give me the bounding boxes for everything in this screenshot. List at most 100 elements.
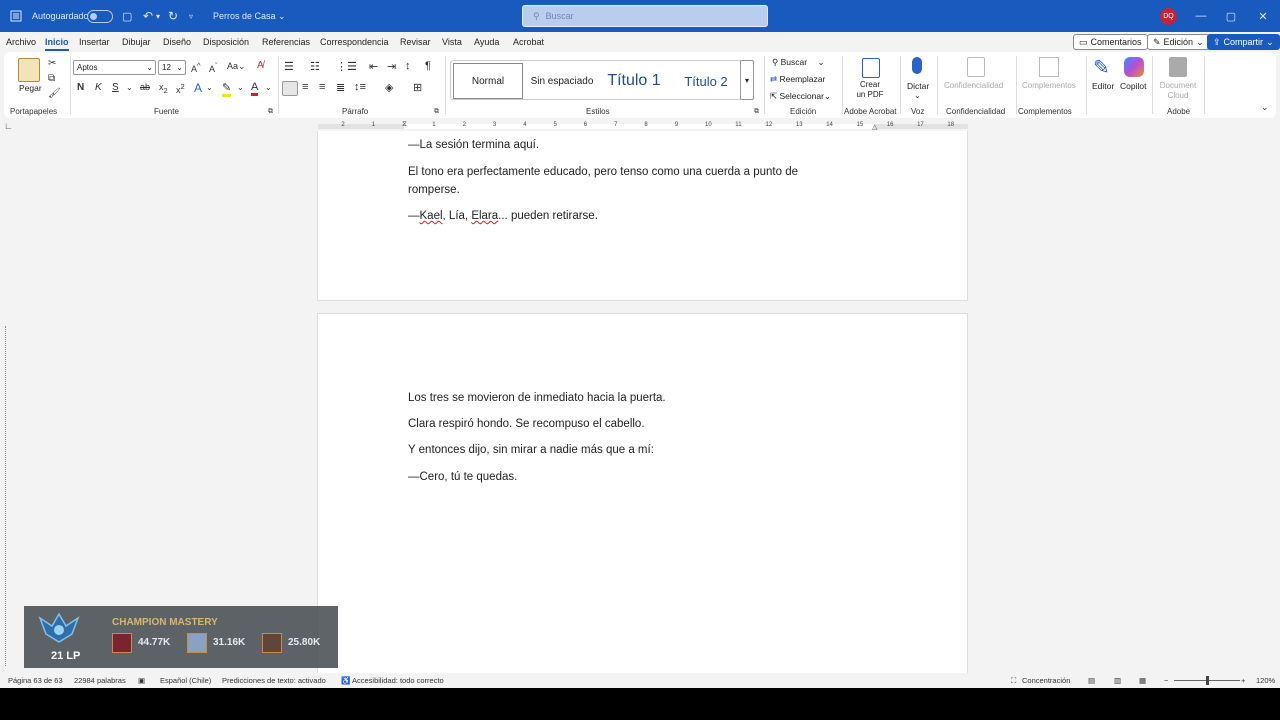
copy-icon[interactable]: ⧉ [48, 73, 55, 84]
autosave-toggle[interactable] [87, 0, 113, 32]
style-heading-2[interactable]: Título 2 [671, 63, 741, 99]
bullets-icon[interactable]: ☰ [284, 60, 294, 73]
collapse-ribbon-icon[interactable]: ⌄ [1261, 102, 1269, 113]
sort-icon[interactable]: ↕ [405, 60, 411, 72]
save-icon[interactable]: ▢ [122, 0, 132, 32]
shrink-font-icon[interactable]: Aˇ [209, 61, 218, 74]
search-box[interactable]: ⚲ Buscar [522, 5, 768, 27]
borders-icon[interactable]: ⊞ [413, 81, 422, 94]
tab-diseno[interactable]: Diseño [163, 37, 191, 47]
web-layout-icon[interactable]: ▦ [1139, 676, 1146, 685]
chevron-down-icon[interactable]: ⌄ [914, 91, 921, 100]
justify-icon[interactable]: ≣ [336, 81, 345, 94]
text-effects-icon[interactable]: A [194, 81, 202, 95]
comments-button[interactable]: ▭ Comentarios [1073, 34, 1148, 50]
document-title[interactable]: Perros de Casa ⌄ [213, 0, 286, 32]
right-indent-marker-icon[interactable]: △ [872, 123, 877, 131]
tab-ayuda[interactable]: Ayuda [474, 37, 499, 47]
chevron-down-icon[interactable]: ⌄ [126, 83, 133, 92]
undo-icon[interactable]: ↶ [143, 0, 153, 32]
accessibility-status[interactable]: Accesibilidad: todo correcto [352, 676, 444, 685]
italic-icon[interactable]: K [95, 82, 102, 93]
dialog-launcher-icon[interactable]: ⧉ [754, 108, 759, 116]
font-name-select[interactable]: Aptos ⌄ [73, 60, 156, 75]
bold-icon[interactable]: N [77, 82, 84, 93]
page-count[interactable]: Página 63 de 63 [8, 676, 63, 685]
redo-icon[interactable]: ↻ [168, 0, 178, 32]
tab-correspondencia[interactable]: Correspondencia [320, 37, 389, 47]
change-case-icon[interactable]: Aa⌄ [227, 61, 246, 72]
tab-referencias[interactable]: Referencias [262, 37, 310, 47]
proofing-icon[interactable]: ▣ [138, 676, 145, 685]
dialog-launcher-icon[interactable]: ⧉ [268, 108, 273, 116]
clear-formatting-icon[interactable]: A̸ [257, 60, 264, 71]
shading-icon[interactable]: ◈ [385, 81, 393, 94]
replace-button[interactable]: ⇄ Reemplazar [770, 74, 825, 85]
tab-dibujar[interactable]: Dibujar [122, 37, 151, 47]
zoom-level[interactable]: 120% [1256, 676, 1275, 685]
indent-marker-icon[interactable]: ⧖ [402, 121, 407, 129]
grow-font-icon[interactable]: A^ [191, 61, 201, 74]
tab-acrobat[interactable]: Acrobat [513, 37, 544, 47]
avatar[interactable]: DQ [1160, 8, 1177, 25]
tab-inicio[interactable]: Inicio [45, 37, 69, 51]
style-normal[interactable]: Normal [453, 63, 523, 99]
show-marks-icon[interactable]: ¶ [425, 60, 431, 72]
paste-icon[interactable] [18, 58, 40, 82]
text-predictions[interactable]: Predicciones de texto: activado [222, 676, 326, 685]
strikethrough-icon[interactable]: ab [140, 82, 150, 92]
copilot-button[interactable]: Copilot [1120, 81, 1146, 91]
increase-indent-icon[interactable]: ⇥ [387, 60, 396, 73]
focus-mode[interactable]: Concentración [1022, 676, 1070, 685]
zoom-out-icon[interactable]: − [1164, 676, 1168, 685]
select-button[interactable]: ⇱ Seleccionar⌄ [770, 91, 831, 102]
line-spacing-icon[interactable]: ↕≡ [354, 81, 366, 93]
create-pdf-icon[interactable] [862, 58, 880, 78]
editor-button[interactable]: Editor [1092, 81, 1114, 91]
dialog-launcher-icon[interactable]: ⧉ [434, 108, 439, 116]
style-no-spacing[interactable]: Sin espaciado [527, 63, 597, 99]
focus-icon[interactable]: ⛶ [1011, 676, 1016, 686]
dictate-button[interactable]: Dictar [907, 81, 929, 91]
numbering-icon[interactable]: ☷ [310, 60, 320, 73]
align-center-icon[interactable]: ≡ [302, 81, 308, 93]
create-pdf-button[interactable]: Crear un PDF [850, 80, 890, 100]
print-layout-icon[interactable]: ▥ [1114, 676, 1121, 685]
highlight-icon[interactable]: ✎ [222, 81, 232, 97]
language[interactable]: Español (Chile) [160, 676, 211, 685]
paste-button[interactable]: Pegar [19, 83, 42, 93]
accessibility-icon[interactable]: ♿ [341, 676, 350, 685]
zoom-in-icon[interactable]: + [1241, 676, 1245, 685]
maximize-icon[interactable]: ▢ [1216, 0, 1246, 32]
spelling-error[interactable]: Elara [471, 210, 498, 222]
zoom-slider-thumb[interactable] [1206, 676, 1209, 685]
editing-mode-button[interactable]: ✎ Edición ⌄ [1147, 34, 1210, 50]
align-right-icon[interactable]: ≡ [319, 81, 325, 93]
tab-insertar[interactable]: Insertar [79, 37, 110, 47]
find-button[interactable]: ⚲ Buscar ⌄ [772, 57, 825, 68]
read-mode-icon[interactable]: ▤ [1088, 676, 1095, 685]
minimize-icon[interactable]: — [1186, 0, 1216, 32]
tab-archivo[interactable]: Archivo [6, 37, 36, 47]
tab-disposicion[interactable]: Disposición [203, 37, 249, 47]
tab-revisar[interactable]: Revisar [400, 37, 431, 47]
chevron-down-icon[interactable]: ⌄ [237, 83, 244, 92]
decrease-indent-icon[interactable]: ⇤ [369, 60, 378, 73]
page-63[interactable]: Los tres se movieron de inmediato hacia … [317, 313, 968, 673]
word-app-icon[interactable] [10, 0, 22, 32]
share-button[interactable]: ⇪ Compartir ⌄ [1207, 34, 1280, 50]
horizontal-ruler[interactable]: ⧖ △ 2 1 1 2 3 4 5 6 7 8 9 10 11 12 13 14 15 16 17 18 [318, 121, 968, 131]
multilevel-list-icon[interactable]: ⋮☰ [336, 60, 357, 73]
customize-qat-icon[interactable]: ▿ [189, 0, 193, 32]
copilot-icon[interactable] [1124, 57, 1144, 77]
page-62[interactable]: —La sesión termina aquí. El tono era per… [317, 131, 968, 301]
microphone-icon[interactable] [912, 57, 922, 74]
chevron-down-icon[interactable]: ⌄ [206, 83, 213, 92]
superscript-icon[interactable]: x2 [176, 82, 185, 95]
chevron-down-icon[interactable]: ⌄ [265, 83, 272, 92]
word-count[interactable]: 22984 palabras [74, 676, 126, 685]
styles-more-icon[interactable]: ▾ [740, 60, 754, 100]
tab-selector-icon[interactable]: ∟ [4, 121, 13, 131]
editor-icon[interactable]: ✎ [1093, 55, 1110, 80]
close-icon[interactable]: ✕ [1248, 0, 1278, 32]
